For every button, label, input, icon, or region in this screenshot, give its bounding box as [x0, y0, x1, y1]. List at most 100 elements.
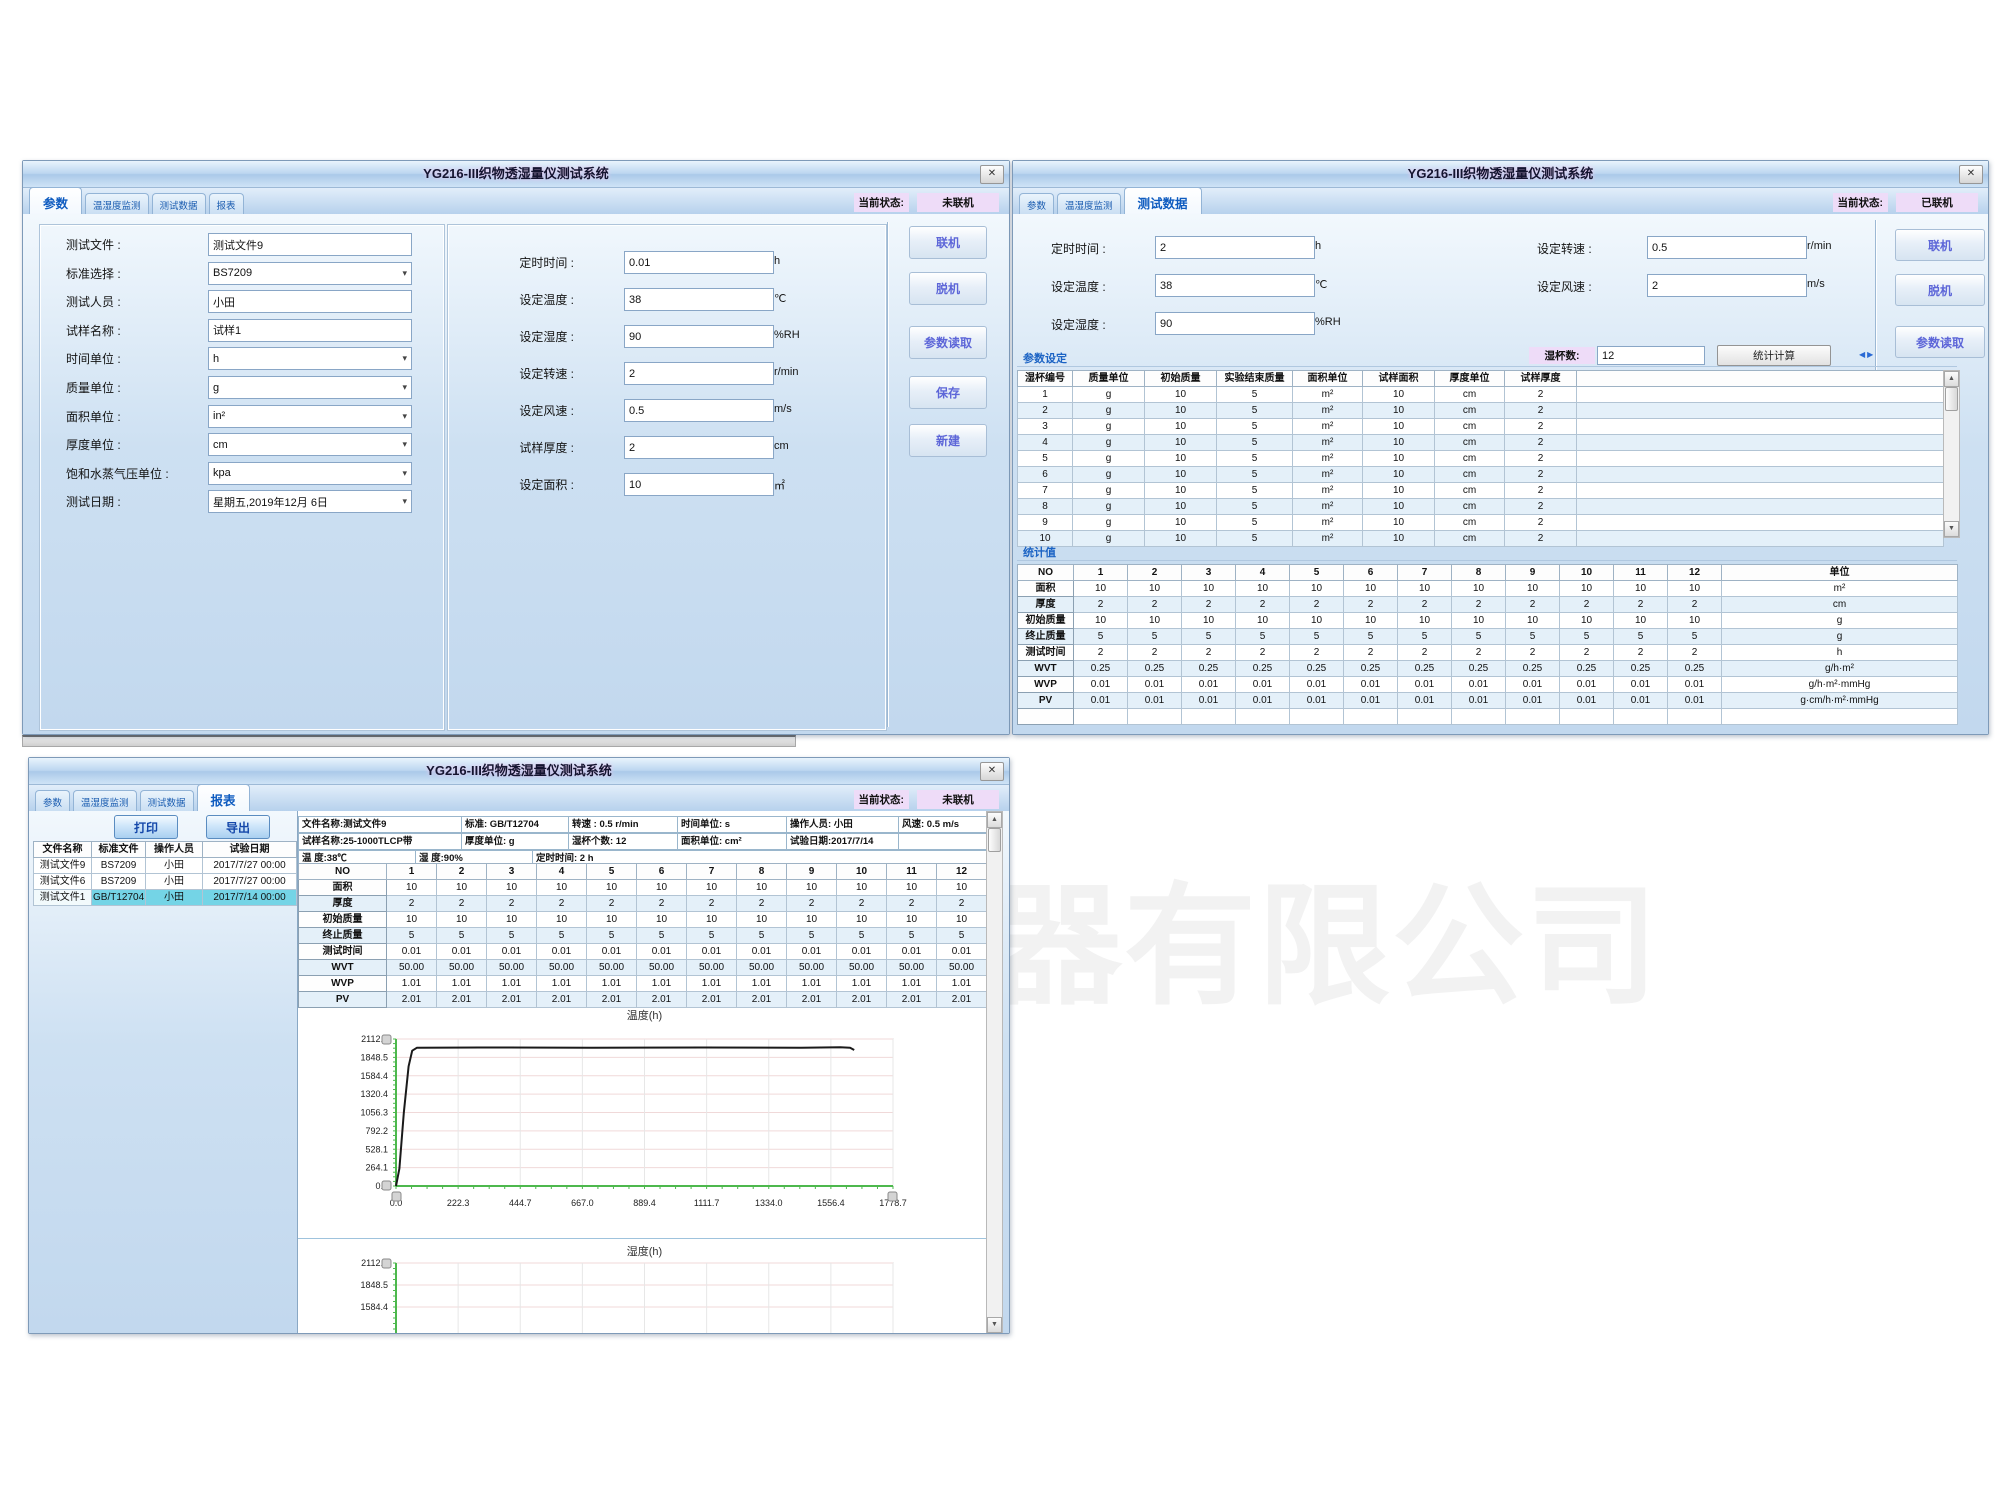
setting-input-left-2[interactable]: 90 [1155, 312, 1315, 335]
axis-slider-handle[interactable] [382, 1259, 391, 1268]
cell[interactable]: 10 [1145, 387, 1217, 403]
file-row[interactable]: 测试文件6BS7209小田2017/7/27 00:00 [34, 874, 297, 890]
cell[interactable]: 5 [1217, 435, 1293, 451]
setting-input-1[interactable]: 38 [624, 288, 774, 311]
tab-温湿度监测[interactable]: 温湿度监测 [85, 193, 149, 215]
tab-测试数据[interactable]: 测试数据 [152, 193, 206, 215]
export-button[interactable]: 导出 [206, 815, 270, 839]
form-select-8[interactable]: kpa▾ [208, 462, 412, 485]
cell[interactable]: 2 [1505, 483, 1577, 499]
cell[interactable]: m² [1293, 387, 1363, 403]
cell[interactable]: 10 [1363, 435, 1435, 451]
cell[interactable]: 10 [1363, 387, 1435, 403]
cell[interactable]: 8 [1018, 499, 1073, 515]
cell[interactable]: 10 [1145, 435, 1217, 451]
cell[interactable]: 10 [1363, 419, 1435, 435]
新建-button[interactable]: 新建 [909, 424, 987, 457]
cell[interactable]: g [1073, 387, 1145, 403]
cell[interactable]: g [1073, 403, 1145, 419]
axis-slider-handle[interactable] [888, 1192, 897, 1201]
close-icon[interactable]: ✕ [1959, 165, 1983, 184]
cell[interactable]: g [1073, 419, 1145, 435]
cell[interactable]: cm [1435, 483, 1505, 499]
cell[interactable]: cm [1435, 531, 1505, 547]
form-input-3[interactable]: 试样1 [208, 319, 412, 342]
form-select-4[interactable]: h▾ [208, 347, 412, 370]
cell[interactable]: cm [1435, 451, 1505, 467]
calc-stats-button[interactable]: 统计计算 [1717, 345, 1831, 366]
cell[interactable]: 5 [1217, 451, 1293, 467]
cell[interactable]: 10 [1363, 483, 1435, 499]
setting-input-left-0[interactable]: 2 [1155, 236, 1315, 259]
scroll-down-icon[interactable]: ▼ [1944, 521, 1959, 537]
cell[interactable]: m² [1293, 531, 1363, 547]
cell[interactable] [1577, 419, 1944, 435]
param-grid-scrollbar[interactable]: ▲▼ [1943, 370, 1960, 538]
cell[interactable]: 5 [1217, 515, 1293, 531]
cell[interactable] [1577, 483, 1944, 499]
setting-input-4[interactable]: 0.5 [624, 399, 774, 422]
form-input-0[interactable]: 测试文件9 [208, 233, 412, 256]
scroll-down-icon[interactable]: ▼ [987, 1317, 1002, 1333]
cell[interactable]: m² [1293, 515, 1363, 531]
cell[interactable]: 5 [1217, 403, 1293, 419]
cell[interactable]: 5 [1217, 531, 1293, 547]
cell[interactable] [1577, 451, 1944, 467]
cell[interactable]: 4 [1018, 435, 1073, 451]
cell[interactable]: 5 [1217, 483, 1293, 499]
cell[interactable]: cm [1435, 515, 1505, 531]
cell[interactable]: g [1073, 515, 1145, 531]
scroll-up-icon[interactable]: ▲ [987, 812, 1002, 828]
cell[interactable]: 2 [1018, 403, 1073, 419]
setting-input-right-1[interactable]: 2 [1647, 274, 1807, 297]
axis-slider-handle[interactable] [392, 1192, 401, 1201]
setting-input-3[interactable]: 2 [624, 362, 774, 385]
print-button[interactable]: 打印 [114, 815, 178, 839]
cell[interactable]: m² [1293, 467, 1363, 483]
titlebar[interactable]: YG216-III织物透湿量仪测试系统 ✕ [29, 758, 1009, 785]
tab-测试数据[interactable]: 测试数据 [1124, 187, 1202, 216]
cell[interactable]: g [1073, 435, 1145, 451]
scroll-thumb[interactable] [988, 828, 1001, 852]
cell[interactable]: 5 [1217, 499, 1293, 515]
cell[interactable] [1577, 531, 1944, 547]
cell[interactable]: 2 [1505, 419, 1577, 435]
scroll-thumb[interactable] [1945, 387, 1958, 411]
cell[interactable]: 5 [1217, 419, 1293, 435]
cell[interactable]: 10 [1145, 419, 1217, 435]
cell[interactable]: cm [1435, 419, 1505, 435]
report-scrollbar[interactable]: ▲▼ [986, 811, 1003, 1333]
cell[interactable]: m² [1293, 419, 1363, 435]
cell[interactable]: 10 [1145, 515, 1217, 531]
tab-测试数据[interactable]: 测试数据 [140, 790, 194, 812]
cell[interactable]: g [1073, 451, 1145, 467]
cell[interactable]: 10 [1145, 403, 1217, 419]
cell[interactable]: cm [1435, 499, 1505, 515]
axis-slider-handle[interactable] [382, 1035, 391, 1044]
保存-button[interactable]: 保存 [909, 376, 987, 409]
cell[interactable]: 2 [1505, 531, 1577, 547]
titlebar[interactable]: YG216-III织物透湿量仪测试系统 ✕ [1013, 161, 1988, 188]
cell[interactable]: 10 [1145, 451, 1217, 467]
form-select-5[interactable]: g▾ [208, 376, 412, 399]
form-select-6[interactable]: in²▾ [208, 405, 412, 428]
tab-报表[interactable]: 报表 [197, 784, 250, 813]
参数读取-button[interactable]: 参数读取 [909, 326, 987, 359]
cell[interactable] [1577, 515, 1944, 531]
cell[interactable] [1577, 499, 1944, 515]
cell[interactable]: m² [1293, 499, 1363, 515]
form-input-2[interactable]: 小田 [208, 290, 412, 313]
cell[interactable]: 10 [1363, 467, 1435, 483]
setting-input-0[interactable]: 0.01 [624, 251, 774, 274]
cell[interactable]: 6 [1018, 467, 1073, 483]
cell[interactable]: 5 [1217, 387, 1293, 403]
cell[interactable]: g [1073, 483, 1145, 499]
联机-button[interactable]: 联机 [909, 226, 987, 259]
setting-input-left-1[interactable]: 38 [1155, 274, 1315, 297]
cell[interactable]: g [1073, 467, 1145, 483]
cell[interactable]: 2 [1505, 499, 1577, 515]
cell[interactable]: 10 [1363, 451, 1435, 467]
cell[interactable]: cm [1435, 403, 1505, 419]
cell[interactable]: 5 [1018, 451, 1073, 467]
form-select-7[interactable]: cm▾ [208, 433, 412, 456]
